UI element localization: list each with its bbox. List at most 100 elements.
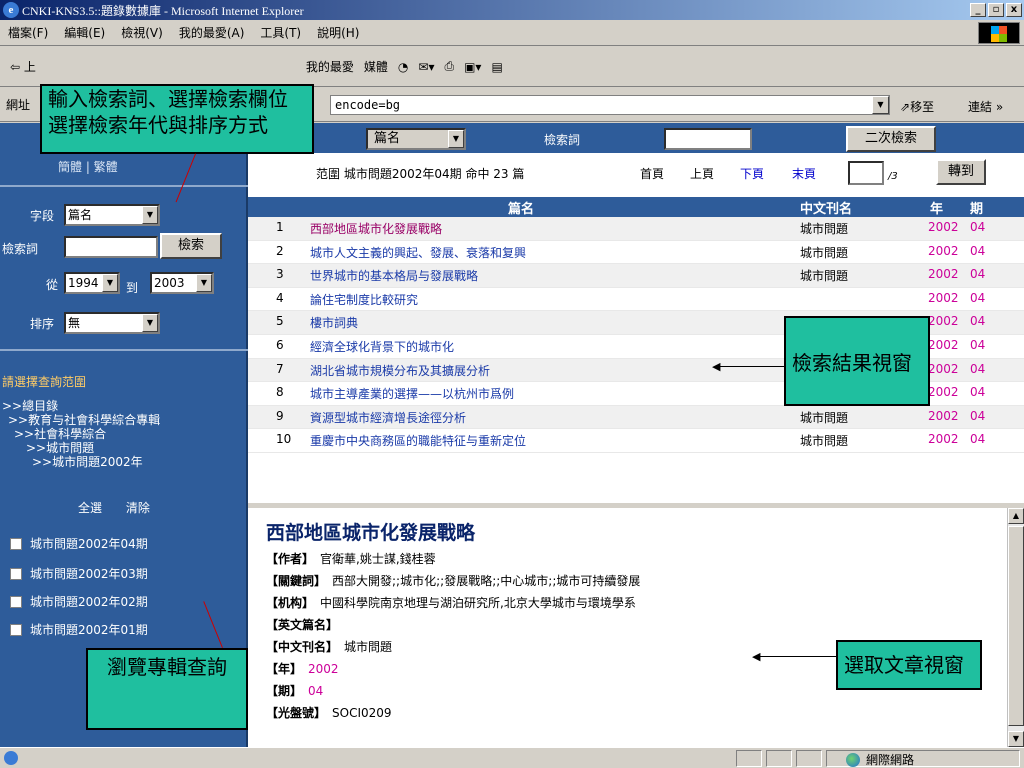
mail-icon[interactable]: ✉▾ xyxy=(418,60,434,74)
scroll-down-icon[interactable]: ▼ xyxy=(1008,731,1024,747)
second-search-button[interactable]: 二次檢索 xyxy=(846,126,936,152)
menu-view[interactable]: 檢視(V) xyxy=(113,24,171,41)
year-line: 【年】 2002 xyxy=(266,660,339,677)
row-year: 2002 xyxy=(928,337,959,352)
chevron-down-icon: ▼ xyxy=(196,274,212,292)
issue-item[interactable]: 城市問題2002年03期 xyxy=(10,565,148,582)
row-year: 2002 xyxy=(928,408,959,423)
page-number-input[interactable] xyxy=(848,161,884,185)
issue-item[interactable]: 城市問題2002年01期 xyxy=(10,621,148,638)
secondary-field-select[interactable]: 篇名 ▼ xyxy=(366,128,466,150)
category-tree: >>總目錄 >>教育与社會科學綜合專輯 >>社會科學綜合 >>城市問題 >>城市… xyxy=(2,399,160,469)
last-page-link[interactable]: 末頁 xyxy=(792,165,816,182)
issue-item[interactable]: 城市問題2002年02期 xyxy=(10,593,148,610)
row-issue: 04 xyxy=(970,361,986,376)
close-button[interactable]: x xyxy=(1006,3,1022,17)
row-issue: 04 xyxy=(970,408,986,423)
menu-help[interactable]: 說明(H) xyxy=(309,24,367,41)
tree-item[interactable]: >>總目錄 xyxy=(2,399,160,413)
secondary-term-input[interactable] xyxy=(664,128,752,150)
tree-item[interactable]: >>社會科學綜合 xyxy=(2,427,160,441)
prev-page-link[interactable]: 上頁 xyxy=(690,165,714,182)
keywords-line: 【關鍵詞】 西部大開發;;城市化;;發展戰略;;中心城市;;城市可持續發展 xyxy=(266,572,640,589)
media-button[interactable]: 媒體 xyxy=(364,58,388,75)
table-row[interactable]: 4 論住宅制度比較研究 2002 04 xyxy=(248,288,1024,312)
to-label: 到 xyxy=(126,281,139,295)
row-title-link[interactable]: 論住宅制度比較研究 xyxy=(310,291,418,308)
scroll-up-icon[interactable]: ▲ xyxy=(1008,508,1024,524)
from-year-select[interactable]: 1994 ▼ xyxy=(64,272,120,294)
minimize-button[interactable]: _ xyxy=(970,3,986,17)
row-title-link[interactable]: 城市主導產業的選擇——以杭州市爲例 xyxy=(310,385,514,402)
menu-tools[interactable]: 工具(T) xyxy=(252,24,309,41)
issue-checkbox[interactable] xyxy=(10,623,22,636)
annotation-search-inputs: 輸入檢索詞、選擇檢索欄位 選擇檢索年代與排序方式 xyxy=(40,84,314,154)
edit-icon[interactable]: ▣▾ xyxy=(464,60,481,74)
window-titlebar[interactable]: e CNKI-KNS3.5::題錄數據庫 - Microsoft Interne… xyxy=(0,0,1024,20)
author-value: 官衛華,姚士謀,錢桂蓉 xyxy=(320,552,436,566)
issue-checkbox[interactable] xyxy=(10,567,22,580)
field-select[interactable]: 篇名 ▼ xyxy=(64,204,160,226)
row-title-link[interactable]: 湖北省城市規模分布及其擴展分析 xyxy=(310,362,490,379)
row-title-link[interactable]: 城市人文主義的興起、發展、衰落和复興 xyxy=(310,244,526,261)
scroll-thumb[interactable] xyxy=(1008,526,1024,726)
org-line: 【机构】 中國科學院南京地理与湖泊研究所,北京大學城市与環境學系 xyxy=(266,594,636,611)
article-title: 西部地區城市化發展戰略 xyxy=(266,522,476,544)
print-icon[interactable]: ⎙ xyxy=(444,59,454,74)
address-input[interactable]: encode=bg xyxy=(330,95,890,115)
sort-select[interactable]: 無 ▼ xyxy=(64,312,160,334)
row-issue: 04 xyxy=(970,337,986,352)
table-row[interactable]: 3 世界城市的基本格局与發展戰略 城市問題 2002 04 xyxy=(248,264,1024,288)
favorites-button[interactable]: 我的最愛 xyxy=(306,58,354,75)
address-dropdown-icon[interactable]: ▼ xyxy=(872,96,889,114)
row-number: 2 xyxy=(276,243,284,258)
menu-favorites[interactable]: 我的最愛(A) xyxy=(171,24,253,41)
secondary-term-label: 檢索詞 xyxy=(544,133,581,147)
links-button[interactable]: 連結 » xyxy=(968,98,1003,115)
table-row[interactable]: 2 城市人文主義的興起、發展、衰落和复興 城市問題 2002 04 xyxy=(248,241,1024,265)
row-number: 9 xyxy=(276,408,284,423)
back-button[interactable]: ⇦ 上 xyxy=(10,58,36,75)
maximize-button[interactable]: ▫ xyxy=(988,3,1004,17)
detail-scrollbar[interactable]: ▲ ▼ xyxy=(1007,508,1024,747)
sort-select-value: 無 xyxy=(68,316,81,330)
goto-button[interactable]: 轉到 xyxy=(936,159,986,185)
row-number: 5 xyxy=(276,314,284,329)
table-row[interactable]: 1 西部地區城市化發展戰略 城市問題 2002 04 xyxy=(248,217,1024,241)
table-row[interactable]: 9 資源型城市經濟增長途徑分析 城市問題 2002 04 xyxy=(248,405,1024,430)
row-title-link[interactable]: 世界城市的基本格局与發展戰略 xyxy=(310,267,478,284)
row-issue: 04 xyxy=(970,385,986,400)
table-row[interactable]: 10 重慶市中央商務區的職能特征与重新定位 城市問題 2002 04 xyxy=(248,429,1024,453)
tree-item[interactable]: >>城市問題2002年 xyxy=(2,455,160,469)
next-page-link[interactable]: 下頁 xyxy=(740,165,764,182)
history-icon[interactable]: ◔ xyxy=(398,60,408,74)
row-year: 2002 xyxy=(928,432,959,447)
tree-item[interactable]: >>城市問題 xyxy=(2,441,160,455)
issue-checkbox[interactable] xyxy=(10,595,22,608)
search-button[interactable]: 檢索 xyxy=(160,233,222,259)
go-button[interactable]: ⇗移至 xyxy=(900,98,934,115)
to-year-select[interactable]: 2003 ▼ xyxy=(150,272,214,294)
language-links[interactable]: 簡體 | 繁體 xyxy=(58,158,118,175)
discuss-icon[interactable]: ▤ xyxy=(491,60,502,74)
clear-link[interactable]: 清除 xyxy=(126,501,150,515)
menu-file[interactable]: 檔案(F) xyxy=(0,24,56,41)
first-page-link[interactable]: 首頁 xyxy=(640,165,664,182)
arrow-head-icon: ◀ xyxy=(752,650,761,663)
row-title-link[interactable]: 資源型城市經濟增長途徑分析 xyxy=(310,409,466,426)
secondary-field-value: 篇名 xyxy=(374,131,401,146)
select-all-link[interactable]: 全選 xyxy=(78,501,102,515)
row-title-link[interactable]: 重慶市中央商務區的職能特征与重新定位 xyxy=(310,432,526,449)
row-title-link[interactable]: 西部地區城市化發展戰略 xyxy=(310,220,442,237)
journal-line: 【中文刊名】 城市問題 xyxy=(266,638,392,655)
row-title-link[interactable]: 經濟全球化背景下的城市化 xyxy=(310,338,454,355)
disc-value: SOCI0209 xyxy=(332,706,392,720)
row-title-link[interactable]: 樓市詞典 xyxy=(310,314,358,331)
term-label: 檢索詞 xyxy=(2,242,39,256)
term-input[interactable] xyxy=(64,236,158,258)
menu-edit[interactable]: 編輯(E) xyxy=(56,24,113,41)
issue-item[interactable]: 城市問題2002年04期 xyxy=(10,535,148,552)
tree-item[interactable]: >>教育与社會科學綜合專輯 xyxy=(2,413,160,427)
issue-checkbox[interactable] xyxy=(10,537,22,550)
windows-logo-icon xyxy=(978,22,1020,44)
